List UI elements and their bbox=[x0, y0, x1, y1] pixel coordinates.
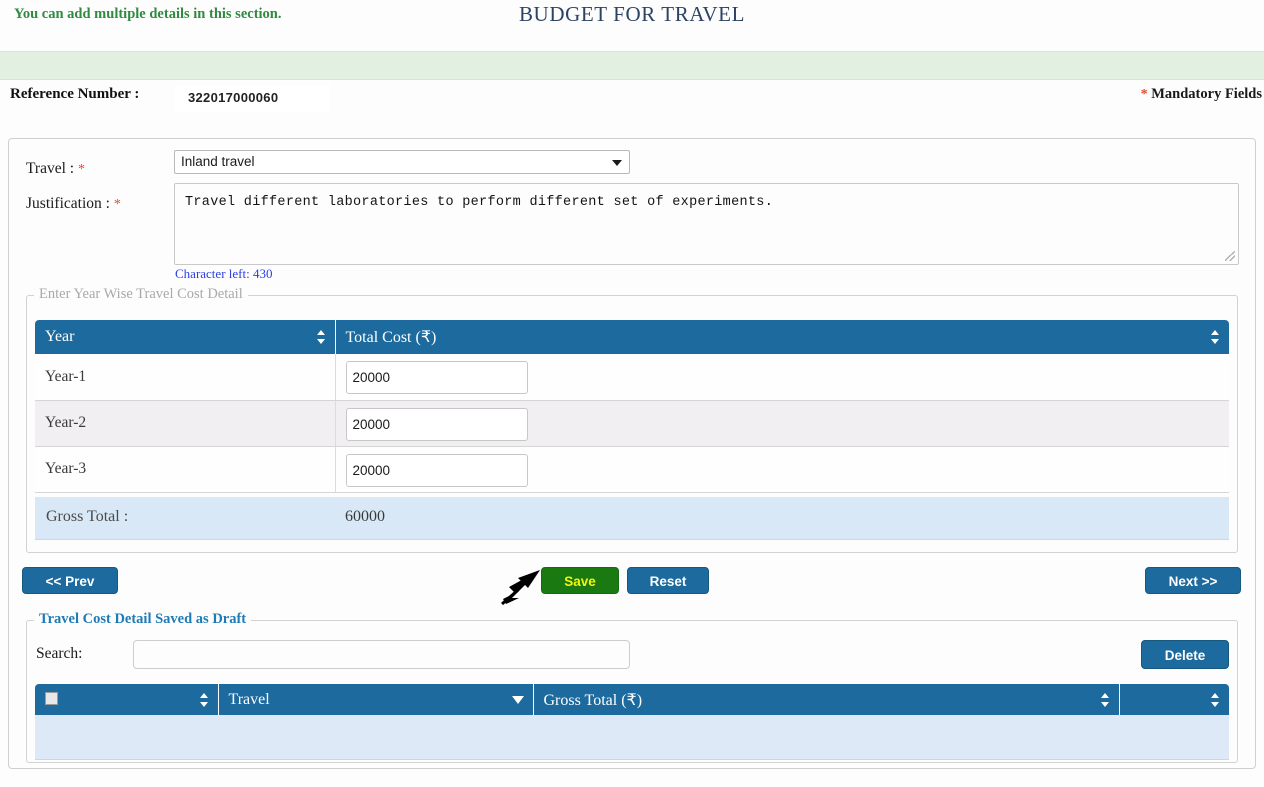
justification-label: Justification : * bbox=[26, 195, 121, 212]
column-header-actions[interactable] bbox=[1119, 684, 1229, 715]
reference-number-value: 322017000060 bbox=[188, 90, 279, 105]
reset-button[interactable]: Reset bbox=[627, 567, 709, 594]
sort-icon[interactable] bbox=[1100, 692, 1110, 707]
info-alert-text: You can add multiple details in this sec… bbox=[14, 6, 282, 22]
search-input[interactable] bbox=[133, 640, 630, 669]
sort-icon[interactable] bbox=[1211, 330, 1220, 344]
draft-table: Travel Gross Total (₹) bbox=[35, 684, 1229, 760]
required-star-icon: * bbox=[77, 162, 85, 177]
year-table-header-row: Year Total Cost (₹) bbox=[35, 320, 1229, 354]
column-header-travel[interactable]: Travel bbox=[218, 684, 534, 715]
mandatory-fields-label: Mandatory Fields bbox=[1151, 86, 1262, 102]
reference-number-label: Reference Number : bbox=[10, 86, 140, 102]
cell-total-cost: 20000 bbox=[335, 354, 1229, 401]
sort-descending-icon[interactable] bbox=[511, 695, 524, 704]
sort-icon[interactable] bbox=[199, 692, 209, 707]
travel-select-value: Inland travel bbox=[181, 154, 255, 169]
page-root: BUDGET FOR TRAVEL You can add multiple d… bbox=[0, 0, 1264, 787]
justification-text-value: Travel different laboratories to perform… bbox=[185, 195, 774, 210]
resize-handle-icon[interactable] bbox=[1225, 251, 1235, 261]
year-cost-legend: Enter Year Wise Travel Cost Detail bbox=[34, 286, 248, 303]
column-header-select-all[interactable] bbox=[35, 684, 219, 715]
draft-table-empty-row bbox=[35, 715, 1229, 760]
table-row: Year-3 20000 bbox=[35, 446, 1229, 493]
justification-textarea[interactable]: Travel different laboratories to perform… bbox=[174, 183, 1239, 265]
column-header-total-cost-label: Total Cost (₹) bbox=[345, 329, 437, 346]
cell-year: Year-3 bbox=[35, 446, 336, 493]
total-cost-input-year-1[interactable]: 20000 bbox=[345, 361, 528, 395]
draft-table-header-row: Travel Gross Total (₹) bbox=[35, 684, 1229, 715]
travel-label: Travel : * bbox=[26, 160, 85, 177]
mandatory-fields-note: * Mandatory Fields bbox=[1141, 86, 1262, 103]
sort-icon[interactable] bbox=[316, 330, 326, 344]
travel-select[interactable]: Inland travel bbox=[174, 150, 630, 174]
sort-icon[interactable] bbox=[1211, 692, 1220, 707]
next-button[interactable]: Next >> bbox=[1145, 567, 1241, 594]
cell-total-cost: 20000 bbox=[335, 400, 1229, 447]
draft-legend: Travel Cost Detail Saved as Draft bbox=[34, 611, 252, 628]
save-button[interactable]: Save bbox=[541, 567, 619, 594]
gross-total-label: Gross Total : bbox=[46, 508, 129, 525]
column-header-gross-total-label: Gross Total (₹) bbox=[543, 691, 643, 709]
select-all-checkbox[interactable] bbox=[45, 692, 58, 706]
column-header-gross-total[interactable]: Gross Total (₹) bbox=[533, 684, 1120, 715]
chevron-down-icon bbox=[612, 160, 622, 166]
prev-button[interactable]: << Prev bbox=[22, 567, 118, 594]
year-cost-table: Year Total Cost (₹) Year-1 20000 Year-2 bbox=[35, 320, 1229, 493]
column-header-travel-label: Travel bbox=[228, 690, 270, 708]
search-label: Search: bbox=[36, 645, 83, 662]
character-left-counter: Character left: 430 bbox=[175, 266, 273, 281]
column-header-year[interactable]: Year bbox=[35, 320, 336, 354]
table-row: Year-2 20000 bbox=[35, 400, 1229, 447]
column-header-total-cost[interactable]: Total Cost (₹) bbox=[335, 320, 1229, 354]
cell-total-cost: 20000 bbox=[335, 446, 1229, 493]
draft-table-empty-cell bbox=[35, 715, 1229, 760]
mandatory-star-icon: * bbox=[1140, 87, 1148, 102]
total-cost-input-year-3[interactable]: 20000 bbox=[345, 453, 528, 487]
cell-year: Year-1 bbox=[35, 354, 336, 401]
delete-button[interactable]: Delete bbox=[1141, 640, 1229, 669]
gross-total-row: Gross Total : 60000 bbox=[35, 497, 1229, 540]
column-header-year-label: Year bbox=[45, 328, 75, 345]
info-alert-band bbox=[0, 51, 1264, 80]
required-star-icon: * bbox=[113, 197, 121, 212]
gross-total-value: 60000 bbox=[345, 508, 385, 525]
cell-year: Year-2 bbox=[35, 400, 336, 447]
total-cost-input-year-2[interactable]: 20000 bbox=[345, 407, 528, 441]
table-row: Year-1 20000 bbox=[35, 354, 1229, 401]
